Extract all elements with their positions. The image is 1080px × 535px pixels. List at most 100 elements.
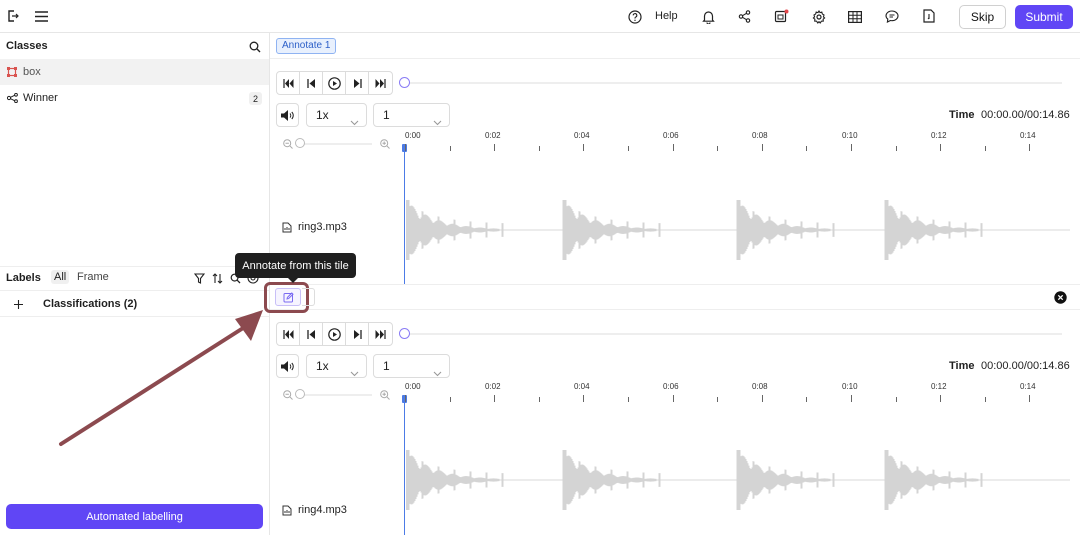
play-icon[interactable] xyxy=(323,72,346,94)
timeline-tick xyxy=(851,395,852,402)
label-filter-all[interactable]: All xyxy=(51,270,70,284)
label-filter-frame[interactable]: Frame xyxy=(77,271,109,283)
class-item-winner[interactable]: Winner xyxy=(0,85,269,111)
playback-progress-track[interactable] xyxy=(405,333,1062,335)
timeline-tick-label: 0:00 xyxy=(405,382,421,391)
volume-button[interactable] xyxy=(276,103,299,127)
channel-select[interactable]: 1 xyxy=(373,103,450,127)
menu-icon[interactable] xyxy=(34,9,48,23)
close-icon[interactable] xyxy=(1054,291,1067,304)
gear-icon[interactable] xyxy=(811,9,826,24)
zoom-track[interactable] xyxy=(297,143,372,145)
class-item-box[interactable]: box xyxy=(0,59,269,85)
audio-waveform[interactable] xyxy=(406,195,1070,265)
sort-icon[interactable] xyxy=(211,272,223,284)
timeline-tick xyxy=(984,146,986,151)
channel-value: 1 xyxy=(383,108,390,122)
timeline-tick xyxy=(1029,395,1031,402)
timeline-tick xyxy=(806,397,808,402)
bounding-box-icon xyxy=(7,67,17,77)
playhead-line[interactable] xyxy=(404,395,405,535)
playback-controls xyxy=(276,71,393,95)
playback-progress-track[interactable] xyxy=(405,82,1062,84)
edit-icon xyxy=(283,291,294,302)
audio-file-name: ring3.mp3 xyxy=(298,221,347,233)
timeline-tick xyxy=(940,395,942,402)
zoom-knob[interactable] xyxy=(295,138,305,148)
timeline-tick xyxy=(895,146,897,151)
timeline-tick-label: 0:00 xyxy=(405,131,421,140)
timeline-tick xyxy=(449,397,451,402)
tab-annotate-1[interactable]: Annotate 1 xyxy=(276,38,337,54)
comments-icon[interactable] xyxy=(884,9,899,24)
audio-waveform[interactable] xyxy=(406,445,1070,515)
chevron-down-icon xyxy=(433,111,442,133)
step-forward-icon[interactable] xyxy=(346,72,369,94)
timeline-tick xyxy=(761,144,763,151)
zoom-in-icon[interactable] xyxy=(380,390,390,400)
annotation-arrow xyxy=(59,310,263,446)
zoom-out-icon[interactable] xyxy=(283,390,293,400)
timeline-tick xyxy=(806,146,808,151)
skip-end-icon[interactable] xyxy=(369,72,392,94)
timeline-tick-label: 0:04 xyxy=(574,382,590,391)
volume-button[interactable] xyxy=(276,354,299,378)
step-back-icon[interactable] xyxy=(300,72,323,94)
chevron-down-icon xyxy=(350,111,359,133)
share-icon[interactable] xyxy=(737,9,752,24)
left-sidebar: Classes box Winner 2 Labels All Frame Cl… xyxy=(0,33,270,535)
skip-start-icon[interactable] xyxy=(277,72,300,94)
timeline-tick-label: 0:10 xyxy=(842,382,858,391)
timeline-tick xyxy=(672,395,674,402)
help-icon[interactable] xyxy=(627,9,642,24)
channel-select[interactable]: 1 xyxy=(373,354,450,378)
help-label[interactable]: Help xyxy=(655,10,678,22)
playback-controls xyxy=(276,322,393,346)
document-icon[interactable] xyxy=(921,8,936,24)
tab-bar: Annotate 1 xyxy=(270,33,1080,59)
zoom-out-icon[interactable] xyxy=(283,139,293,149)
speed-select[interactable]: 1x xyxy=(306,354,367,378)
timeline-tick-label: 0:02 xyxy=(485,131,501,140)
timeline-tick xyxy=(538,146,540,151)
channel-value: 1 xyxy=(383,359,390,373)
automated-labelling-button[interactable]: Automated labelling xyxy=(6,504,263,529)
class-count-badge: 2 xyxy=(249,92,262,105)
filter-icon[interactable] xyxy=(193,272,205,284)
classification-icon xyxy=(7,93,18,103)
timeline-tick xyxy=(494,395,496,402)
tile-option-button[interactable] xyxy=(302,288,315,306)
timeline-tick xyxy=(494,144,496,151)
skip-end-icon[interactable] xyxy=(369,323,392,345)
table-icon[interactable] xyxy=(847,9,862,24)
timeline-tick-label: 0:02 xyxy=(485,382,501,391)
chevron-down-icon xyxy=(433,362,442,384)
labels-header: Labels All Frame xyxy=(0,266,269,288)
time-label: Time xyxy=(949,360,975,372)
zoom-track[interactable] xyxy=(297,394,372,396)
speed-select[interactable]: 1x xyxy=(306,103,367,127)
skip-button[interactable]: Skip xyxy=(959,5,1006,29)
exit-icon[interactable] xyxy=(6,9,20,23)
search-icon[interactable] xyxy=(248,40,261,53)
audio-file-icon xyxy=(282,505,292,516)
timeline-tick-label: 0:08 xyxy=(752,131,768,140)
playback-progress-knob[interactable] xyxy=(399,77,410,88)
playhead-line[interactable] xyxy=(404,144,405,284)
timeline-tick-label: 0:12 xyxy=(931,131,947,140)
zoom-in-icon[interactable] xyxy=(380,139,390,149)
zoom-knob[interactable] xyxy=(295,389,305,399)
expand-plus-icon[interactable] xyxy=(13,299,23,309)
step-back-icon[interactable] xyxy=(300,323,323,345)
playback-progress-knob[interactable] xyxy=(399,328,410,339)
step-forward-icon[interactable] xyxy=(346,323,369,345)
annotate-tooltip: Annotate from this tile xyxy=(235,253,356,283)
timeline-tick-label: 0:14 xyxy=(1020,131,1036,140)
bell-icon[interactable] xyxy=(701,9,716,24)
submit-button[interactable]: Submit xyxy=(1015,5,1073,29)
play-icon[interactable] xyxy=(323,323,346,345)
skip-start-icon[interactable] xyxy=(277,323,300,345)
timeline-tick xyxy=(984,397,986,402)
annotate-from-tile-button[interactable] xyxy=(275,288,301,306)
screenshot-icon[interactable] xyxy=(773,8,789,24)
